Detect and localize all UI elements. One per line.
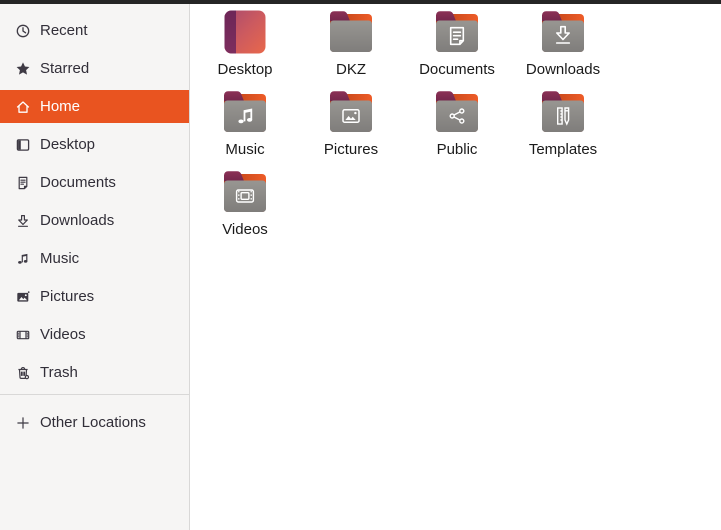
sidebar-item-label: Home — [40, 98, 81, 115]
downloads-icon — [15, 213, 31, 229]
trash-icon — [15, 365, 31, 381]
pictures-icon — [15, 289, 31, 305]
folder-item-templates[interactable]: Templates — [510, 88, 616, 168]
sidebar-item-label: Trash — [40, 364, 78, 381]
documents-folder-icon — [433, 8, 481, 56]
sidebar-item-label: Videos — [40, 326, 86, 343]
folder-name: Downloads — [525, 61, 601, 78]
plain-folder-icon — [327, 8, 375, 56]
sidebar-item-label: Documents — [40, 174, 116, 191]
sidebar-item-label: Recent — [40, 22, 88, 39]
music-icon — [15, 251, 31, 267]
folder-name: Templates — [528, 141, 598, 158]
videos-folder-icon — [221, 168, 269, 216]
folder-name: Music — [225, 141, 265, 158]
folder-item-dkz[interactable]: DKZ — [298, 8, 404, 88]
sidebar-item-home[interactable]: Home — [0, 90, 189, 123]
folder-item-documents[interactable]: Documents — [404, 8, 510, 88]
sidebar-item-recent[interactable]: Recent — [0, 14, 189, 47]
sidebar-item-label: Starred — [40, 60, 90, 77]
star-icon — [15, 61, 31, 77]
desktop-icon — [15, 137, 31, 153]
folder-item-videos[interactable]: Videos — [192, 168, 298, 248]
sidebar-item-label: Music — [40, 250, 80, 267]
sidebar-item-label: Downloads — [40, 212, 115, 229]
files-view: Desktop DKZ Documents Downloads Music Pi… — [190, 4, 721, 530]
folder-item-public[interactable]: Public — [404, 88, 510, 168]
clock-icon — [15, 23, 31, 39]
plus-icon — [15, 415, 31, 431]
sidebar-item-label: Desktop — [40, 136, 96, 153]
sidebar-item-trash[interactable]: Trash — [0, 356, 189, 389]
places-sidebar: Recent Starred Home Desktop Documents Do… — [0, 4, 190, 530]
sidebar-item-label: Pictures — [40, 288, 95, 305]
music-folder-icon — [221, 88, 269, 136]
folder-name: Documents — [419, 61, 495, 78]
sidebar-item-label: Other Locations — [40, 414, 146, 431]
pictures-folder-icon — [327, 88, 375, 136]
files-grid: Desktop DKZ Documents Downloads Music Pi… — [190, 4, 721, 248]
file-manager-window: Recent Starred Home Desktop Documents Do… — [0, 0, 721, 530]
sidebar-item-documents[interactable]: Documents — [0, 166, 189, 199]
sidebar-item-pictures[interactable]: Pictures — [0, 280, 189, 313]
sidebar-item-videos[interactable]: Videos — [0, 318, 189, 351]
folder-name: Pictures — [323, 141, 379, 158]
folder-name: DKZ — [336, 61, 366, 78]
sidebar-item-starred[interactable]: Starred — [0, 52, 189, 85]
folder-item-music[interactable]: Music — [192, 88, 298, 168]
desktop-folder-icon — [221, 8, 269, 56]
sidebar-item-desktop[interactable]: Desktop — [0, 128, 189, 161]
folder-item-downloads[interactable]: Downloads — [510, 8, 616, 88]
sidebar-separator — [0, 394, 189, 395]
folder-item-pictures[interactable]: Pictures — [298, 88, 404, 168]
folder-name: Public — [436, 141, 478, 158]
templates-folder-icon — [539, 88, 587, 136]
public-folder-icon — [433, 88, 481, 136]
sidebar-item-downloads[interactable]: Downloads — [0, 204, 189, 237]
sidebar-item-other-locations[interactable]: Other Locations — [0, 406, 189, 439]
documents-icon — [15, 175, 31, 191]
folder-name: Desktop — [217, 61, 273, 78]
downloads-folder-icon — [539, 8, 587, 56]
folder-item-desktop[interactable]: Desktop — [192, 8, 298, 88]
home-icon — [15, 99, 31, 115]
videos-icon — [15, 327, 31, 343]
sidebar-item-music[interactable]: Music — [0, 242, 189, 275]
folder-name: Videos — [222, 221, 268, 238]
